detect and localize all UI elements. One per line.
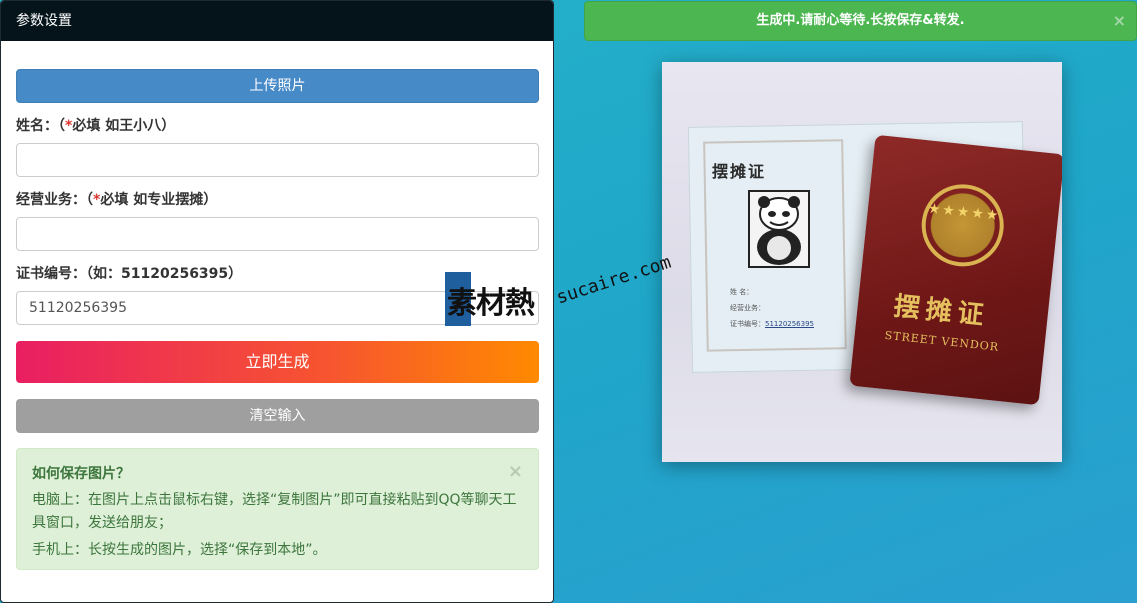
name-label-suffix: 必填 如王小八）: [72, 118, 176, 134]
generating-notice: 生成中.请耐心等待.长按保存&转发. ×: [584, 1, 1137, 41]
business-label-suffix: 必填 如专业摆摊）: [100, 192, 218, 208]
close-icon[interactable]: ×: [508, 463, 523, 481]
help-mobile-text: 手机上：长按生成的图片，选择“保存到本地”。: [32, 542, 327, 558]
cert-number-label: 证书编号：: [730, 320, 765, 328]
cover-subtitle: STREET VENDOR: [884, 328, 1000, 354]
upload-photo-button[interactable]: 上传照片: [16, 69, 539, 103]
cert-number-value: 51120256395: [765, 320, 814, 328]
avatar: [748, 190, 810, 268]
certificate-fields: 姓 名： 经营业务： 证书编号：51120256395: [730, 284, 814, 332]
business-input[interactable]: [16, 217, 539, 251]
emblem-stars: ★★★★★: [927, 200, 1002, 225]
cover-title: 摆摊证: [892, 291, 991, 332]
business-label: 经营业务：（*必填 如专业摆摊）: [16, 191, 538, 209]
watermark-brand: 素材熱: [447, 286, 535, 321]
certificate-cover: ★★★★★ 摆摊证 STREET VENDOR: [849, 134, 1062, 406]
name-label-prefix: 姓名：（: [16, 118, 65, 134]
name-label: 姓名：（*必填 如王小八）: [16, 117, 538, 135]
help-pc-text: 电脑上：在图片上点击鼠标右键，选择“复制图片”即可直接粘贴到QQ等聊天工具窗口，…: [32, 492, 517, 531]
certificate-inner-title: 摆摊证: [712, 162, 767, 181]
business-label-prefix: 经营业务：（: [16, 192, 93, 208]
certificate-image[interactable]: 摆摊证 姓 名： 经营业务： 证书编号：51120256395 ★★★★★ 摆摊…: [662, 62, 1062, 462]
generate-button[interactable]: 立即生成: [16, 341, 539, 383]
panel-title: 参数设置: [1, 1, 553, 41]
save-help-alert: × 如何保存图片？ 电脑上：在图片上点击鼠标右键，选择“复制图片”即可直接粘贴到…: [16, 448, 539, 570]
cert-line-number: 证书编号：51120256395: [730, 316, 814, 332]
notice-text: 生成中.请耐心等待.长按保存&转发.: [756, 13, 965, 28]
clear-input-button[interactable]: 清空输入: [16, 399, 539, 433]
help-title: 如何保存图片？: [32, 466, 130, 482]
watermark-url: sucaire.com: [553, 251, 674, 309]
close-icon[interactable]: ×: [1113, 2, 1126, 40]
name-input[interactable]: [16, 143, 539, 177]
national-emblem-icon: ★★★★★: [917, 180, 1008, 271]
cert-line-name: 姓 名：: [730, 288, 754, 296]
cert-line-business: 经营业务：: [730, 304, 765, 312]
watermark: 素材熱 sucaire.com: [445, 252, 695, 330]
